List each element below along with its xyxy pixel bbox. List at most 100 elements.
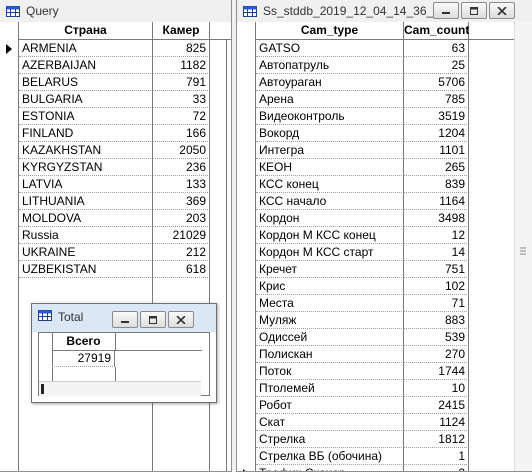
stddb-cam-type-cell[interactable]: Муляж [256,312,404,329]
stddb-table-row[interactable]: Поток 1744 [237,363,515,380]
stddb-table-row[interactable]: Скат 1124 [237,414,515,431]
query-country-cell[interactable]: UKRAINE [19,244,153,261]
stddb-cam-type-cell[interactable]: Трафик-Сканер [256,465,404,471]
stddb-cam-type-cell[interactable]: Места [256,295,404,312]
stddb-cam-count-cell[interactable]: 1812 [404,431,469,448]
query-table-row[interactable]: LITHUANIA 369 [0,193,231,210]
stddb-table-row[interactable]: Стрелка ВБ (обочина) 1 [237,448,515,465]
stddb-cam-count-cell[interactable]: 1 [404,448,469,465]
stddb-cam-type-cell[interactable]: Полискан [256,346,404,363]
query-table-row[interactable]: BELARUS 791 [0,74,231,91]
stddb-cam-count-cell[interactable]: 883 [404,312,469,329]
stddb-table-row[interactable]: КСС начало 1164 [237,193,515,210]
query-country-cell[interactable]: ESTONIA [19,108,153,125]
stddb-cam-count-cell[interactable]: 1124 [404,414,469,431]
stddb-cam-count-cell[interactable]: 14 [404,244,469,261]
query-cameras-cell[interactable]: 1182 [153,57,210,74]
stddb-cam-count-cell[interactable]: 265 [404,159,469,176]
stddb-cam-type-cell[interactable]: Видеоконтроль [256,108,404,125]
stddb-table-row[interactable]: Полискан 270 [237,346,515,363]
query-country-cell[interactable]: Russia [19,227,153,244]
total-col-all[interactable]: Всего [52,333,116,350]
stddb-cam-type-cell[interactable]: КЕОН [256,159,404,176]
stddb-cam-type-cell[interactable]: Кордон М КСС старт [256,244,404,261]
stddb-cam-count-cell[interactable]: 3519 [404,108,469,125]
query-country-cell[interactable]: KAZAKHSTAN [19,142,153,159]
stddb-cam-type-cell[interactable]: КСС начало [256,193,404,210]
stddb-col-cam-type[interactable]: Cam_type [256,22,404,39]
stddb-cam-count-cell[interactable]: 751 [404,261,469,278]
query-country-cell[interactable]: MOLDOVA [19,210,153,227]
query-country-cell[interactable]: KYRGYZSTAN [19,159,153,176]
query-cameras-cell[interactable]: 166 [153,125,210,142]
stddb-table-row[interactable]: Муляж 883 [237,312,515,329]
query-table-row[interactable]: BULGARIA 33 [0,91,231,108]
stddb-table-row[interactable]: Вокорд 1204 [237,125,515,142]
close-button[interactable] [489,2,515,19]
stddb-table-row[interactable]: Места 71 [237,295,515,312]
maximize-button[interactable] [140,311,166,328]
stddb-cam-count-cell[interactable]: 1204 [404,125,469,142]
total-hscroll[interactable] [39,381,201,396]
query-country-cell[interactable]: FINLAND [19,125,153,142]
query-table-row[interactable]: KAZAKHSTAN 2050 [0,142,231,159]
query-country-cell[interactable]: BULGARIA [19,91,153,108]
minimize-button[interactable] [112,311,138,328]
stddb-cam-count-cell[interactable]: 539 [404,329,469,346]
stddb-table-row[interactable]: Одиссей 539 [237,329,515,346]
stddb-cam-count-cell[interactable]: 270 [404,346,469,363]
stddb-table-row[interactable]: Автопатруль 25 [237,57,515,74]
query-col-cameras[interactable]: Камер [153,22,210,39]
maximize-button[interactable] [461,2,487,19]
stddb-table-row[interactable]: Кречет 751 [237,261,515,278]
query-table-row[interactable]: MOLDOVA 203 [0,210,231,227]
query-country-cell[interactable]: AZERBAIJAN [19,57,153,74]
stddb-grid[interactable]: Cam_type Cam_count GATSO 63 Автопатруль 25 А… [237,22,515,471]
query-cameras-cell[interactable]: 825 [153,40,210,57]
stddb-cam-type-cell[interactable]: Вокорд [256,125,404,142]
stddb-cam-type-cell[interactable]: Кречет [256,261,404,278]
query-table-row[interactable]: UZBEKISTAN 618 [0,261,231,278]
stddb-cam-count-cell[interactable]: 785 [404,91,469,108]
stddb-table-row[interactable]: Автоураган 5706 [237,74,515,91]
stddb-col-cam-count[interactable]: Cam_count [404,22,469,39]
query-table-row[interactable]: ESTONIA 72 [0,108,231,125]
query-cameras-cell[interactable]: 203 [153,210,210,227]
stddb-table-row[interactable]: GATSO 63 [237,40,515,57]
minimize-button[interactable] [433,2,459,19]
stddb-titlebar[interactable]: Ss_stddb_2019_12_04_14_36_10 [237,0,532,22]
stddb-cam-count-cell[interactable]: 3498 [404,210,469,227]
stddb-table-row[interactable]: Робот 2415 [237,397,515,414]
stddb-table-row[interactable]: КЕОН 265 [237,159,515,176]
stddb-cam-type-cell[interactable]: Робот [256,397,404,414]
stddb-cam-type-cell[interactable]: Интегра [256,142,404,159]
query-cameras-cell[interactable]: 618 [153,261,210,278]
stddb-table-row[interactable]: КСС конец 839 [237,176,515,193]
stddb-cam-type-cell[interactable]: Поток [256,363,404,380]
query-cameras-cell[interactable]: 791 [153,74,210,91]
stddb-cam-type-cell[interactable]: Крис [256,278,404,295]
stddb-cam-type-cell[interactable]: Арена [256,91,404,108]
query-cameras-cell[interactable]: 2050 [153,142,210,159]
query-table-row[interactable]: LATVIA 133 [0,176,231,193]
stddb-cam-count-cell[interactable]: 12 [404,227,469,244]
stddb-table-row[interactable]: Стрелка 1812 [237,431,515,448]
stddb-table-row[interactable]: Трафик-Сканер2 [237,465,515,471]
stddb-table-row[interactable]: Птолемей 10 [237,380,515,397]
stddb-cam-count-cell[interactable]: 25 [404,57,469,74]
stddb-cam-count-cell[interactable]: 1101 [404,142,469,159]
stddb-table-row[interactable]: Арена 785 [237,91,515,108]
query-cameras-cell[interactable]: 33 [153,91,210,108]
total-grid[interactable]: Всего 27919 [38,332,210,396]
stddb-cam-count-cell[interactable]: 839 [404,176,469,193]
query-col-country[interactable]: Страна [19,22,153,39]
query-table-row[interactable]: AZERBAIJAN 1182 [0,57,231,74]
stddb-cam-type-cell[interactable]: Стрелка [256,431,404,448]
stddb-cam-type-cell[interactable]: КСС конец [256,176,404,193]
stddb-cam-count-cell[interactable]: 1164 [404,193,469,210]
stddb-table-row[interactable]: Кордон М КСС старт 14 [237,244,515,261]
query-grid[interactable]: Страна Камер ARMENIA 825 AZERBAIJAN 1182 BEL… [0,22,231,471]
stddb-cam-count-cell[interactable]: 63 [404,40,469,57]
query-cameras-cell[interactable]: 369 [153,193,210,210]
stddb-cam-type-cell[interactable]: Птолемей [256,380,404,397]
